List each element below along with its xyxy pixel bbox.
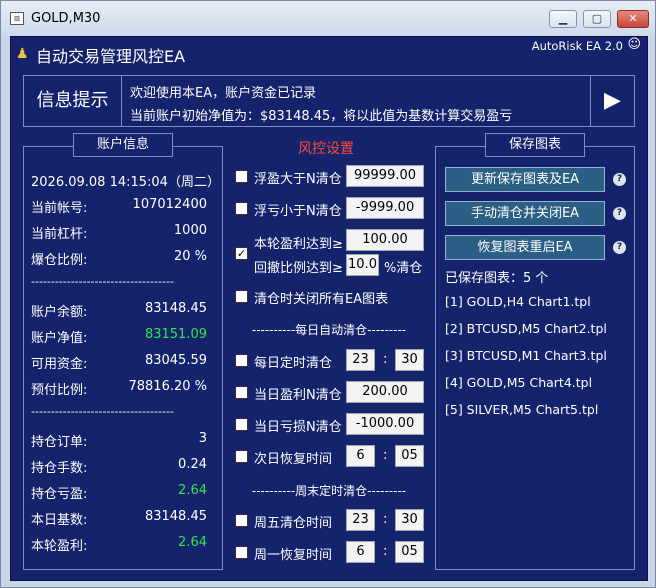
saved-chart-item: [2] BTCUSD,M5 Chart2.tpl [445, 321, 607, 336]
close-all-label: 清仓时关闭所有EA图表 [254, 292, 389, 307]
friday-checkbox[interactable] [235, 514, 248, 527]
app-window: ▥ GOLD,M30 ▁ ▢ ✕ ♟ 自动交易管理风控EA AutoRisk E… [0, 0, 656, 588]
datetime-label: 2026.09.08 14:15:04（周二） [31, 175, 220, 190]
close-button[interactable]: ✕ [617, 10, 649, 28]
maximize-button[interactable]: ▢ [583, 10, 611, 28]
round-profit-checkbox[interactable]: ✓ [235, 247, 248, 260]
monday-hour-input[interactable]: 6 [346, 541, 375, 563]
saved-chart-item: [3] BTCUSD,M1 Chart3.tpl [445, 348, 607, 363]
manual-close-button[interactable]: 手动清仓并关闭EA [445, 201, 605, 226]
update-save-button[interactable]: 更新保存图表及EA [445, 167, 605, 192]
daily-loss-checkbox[interactable] [235, 418, 248, 431]
float-loss-checkbox[interactable] [235, 202, 248, 215]
help-icon[interactable]: ? [613, 241, 626, 254]
resume-minute-input[interactable]: 05 [395, 445, 424, 467]
daily-profit-input[interactable]: 200.00 [346, 381, 424, 403]
info-label: 信息提示 [24, 76, 122, 126]
pullback-label: 回撤比例达到≥ [254, 261, 343, 276]
daily-time-checkbox[interactable] [235, 354, 248, 367]
play-button[interactable]: ▶ [590, 76, 634, 126]
time-colon: : [383, 448, 388, 463]
monday-label: 周一恢复时间 [254, 548, 333, 563]
saved-count-label: 已保存图表：5 个 [445, 271, 549, 286]
next-resume-label: 次日恢复时间 [254, 452, 333, 467]
minimize-button[interactable]: ▁ [549, 10, 577, 28]
divider: ------------------------------------ [31, 405, 174, 418]
app-icon: ▥ [10, 12, 24, 25]
daily-profit-label: 当日盈利N清仓 [254, 388, 342, 403]
float-profit-label: 浮盈大于N清仓 [254, 172, 342, 187]
divider: ------------------------------------ [31, 275, 174, 288]
float-loss-label: 浮亏小于N清仓 [254, 204, 342, 219]
risk-settings-title: 风控设置 [298, 141, 354, 157]
daily-hour-input[interactable]: 23 [346, 349, 375, 371]
daily-profit-checkbox[interactable] [235, 386, 248, 399]
account-info-title: 账户信息 [73, 133, 173, 157]
version-label: AutoRisk EA 2.0 [531, 39, 623, 53]
smile-icon: ☺ [627, 37, 641, 52]
saved-chart-item: [5] SILVER,M5 Chart5.tpl [445, 402, 599, 417]
monday-minute-input[interactable]: 05 [395, 541, 424, 563]
time-colon: : [383, 544, 388, 559]
info-box: 信息提示 欢迎使用本EA，账户资金已记录 当前账户初始净值为：$83148.45… [23, 75, 635, 127]
friday-minute-input[interactable]: 30 [395, 509, 424, 531]
pullback-suffix: %清仓 [384, 261, 423, 276]
info-message-2: 当前账户初始净值为：$83148.45，将以此值为基数计算交易盈亏 [130, 109, 513, 124]
title-bar: ▥ GOLD,M30 ▁ ▢ ✕ [1, 1, 655, 35]
monday-checkbox[interactable] [235, 546, 248, 559]
next-resume-checkbox[interactable] [235, 450, 248, 463]
daily-loss-input[interactable]: -1000.00 [346, 413, 424, 435]
time-colon: : [383, 352, 388, 367]
time-colon: : [383, 512, 388, 527]
pullback-input[interactable]: 10.0 [346, 254, 379, 276]
ea-logo-icon: ♟ [16, 46, 29, 62]
resume-hour-input[interactable]: 6 [346, 445, 375, 467]
friday-label: 周五清仓时间 [254, 516, 333, 531]
float-profit-input[interactable]: 99999.00 [346, 165, 424, 187]
close-all-checkbox[interactable] [235, 290, 248, 303]
daily-minute-input[interactable]: 30 [395, 349, 424, 371]
save-charts-title: 保存图表 [485, 133, 585, 157]
saved-chart-item: [1] GOLD,H4 Chart1.tpl [445, 294, 591, 309]
help-icon[interactable]: ? [613, 173, 626, 186]
friday-hour-input[interactable]: 23 [346, 509, 375, 531]
panel-title: 自动交易管理风控EA [36, 47, 186, 66]
daily-time-label: 每日定时清仓 [254, 356, 333, 371]
round-profit-label: 本轮盈利达到≥ [254, 237, 343, 252]
float-profit-checkbox[interactable] [235, 170, 248, 183]
round-profit-input[interactable]: 100.00 [346, 229, 424, 251]
help-icon[interactable]: ? [613, 207, 626, 220]
daily-section-divider: ----------每日自动清仓--------- [251, 323, 407, 337]
saved-chart-item: [4] GOLD,M5 Chart4.tpl [445, 375, 593, 390]
weekend-section-divider: ----------周末定时清仓--------- [251, 484, 407, 498]
daily-loss-label: 当日亏损N清仓 [254, 420, 342, 435]
window-title: GOLD,M30 [31, 11, 101, 26]
float-loss-input[interactable]: -9999.00 [346, 197, 424, 219]
restore-charts-button[interactable]: 恢复图表重启EA [445, 235, 605, 260]
info-message-1: 欢迎使用本EA，账户资金已记录 [130, 86, 317, 101]
